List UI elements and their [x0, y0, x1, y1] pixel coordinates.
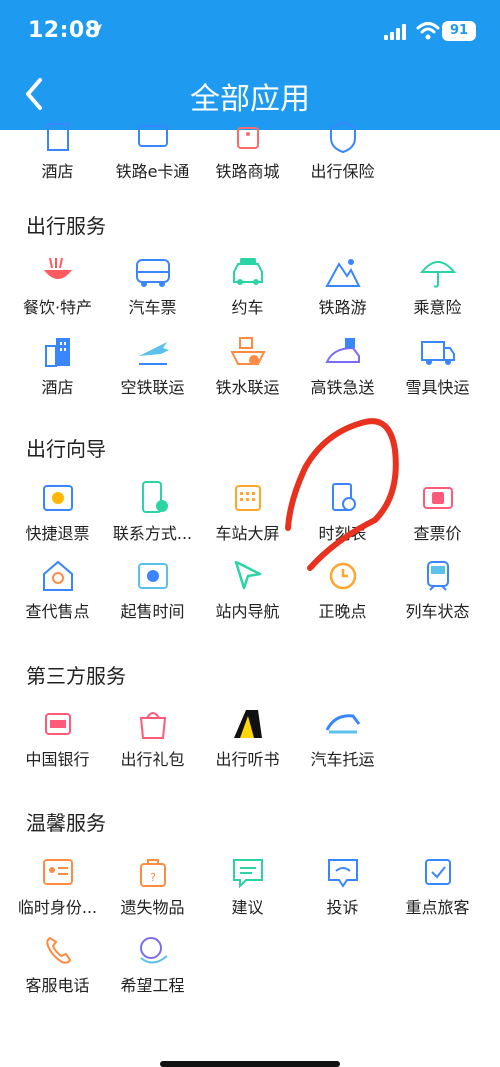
app-rail-ecard[interactable]: 铁路e卡通: [105, 118, 200, 182]
phone-check-icon: [141, 481, 168, 513]
price-ticket-icon: [422, 487, 453, 509]
app-food-specialty[interactable]: 餐饮·特产: [10, 254, 105, 318]
app-station-navigation[interactable]: 站内导航: [200, 558, 295, 622]
umbrella-icon: [419, 261, 456, 288]
app-rail-water[interactable]: 铁水联运: [200, 334, 295, 398]
app-suggestion[interactable]: 建议: [200, 854, 295, 918]
app-travel-accident-insurance[interactable]: 乘意险: [390, 254, 485, 318]
section-title-care-services: 温馨服务: [26, 811, 106, 835]
bank-icon: [44, 713, 71, 735]
app-timetable[interactable]: 时刻表: [295, 480, 390, 544]
app-car-shipping[interactable]: 汽车托运: [295, 706, 390, 770]
truck-icon: [420, 341, 455, 365]
page-title: 全部应用: [190, 82, 310, 117]
navigation-icon: [234, 560, 261, 590]
app-temporary-id[interactable]: 临时身份...: [10, 854, 105, 918]
app-train-status[interactable]: 列车状态: [390, 558, 485, 622]
app-bank-of-china[interactable]: 中国银行: [10, 706, 105, 770]
audiobook-icon: [233, 710, 262, 738]
app-header: 12:08 91 全部应用: [0, 0, 500, 130]
calendar-grid-icon: [234, 485, 261, 511]
gift-bag-icon: [139, 712, 166, 739]
agency-icon: [42, 560, 73, 591]
location-arrow-icon: [90, 24, 102, 36]
app-hotel-top[interactable]: 酒店: [10, 118, 105, 182]
car-shipping-icon: [325, 714, 360, 734]
cellular-signal-icon: [384, 24, 406, 40]
status-bar: 12:08 91: [0, 0, 500, 64]
app-contact-info[interactable]: 联系方式...: [105, 480, 200, 544]
app-rail-mall[interactable]: 铁路商城: [200, 118, 295, 182]
section-title-travel-guide: 出行向导: [26, 437, 106, 461]
bus-icon: [135, 259, 170, 287]
section-title-travel-services: 出行服务: [26, 214, 106, 238]
app-bus-ticket[interactable]: 汽车票: [105, 254, 200, 318]
app-hsr-express[interactable]: 高铁急送: [295, 334, 390, 398]
app-air-rail[interactable]: 空铁联运: [105, 334, 200, 398]
app-complaint[interactable]: 投诉: [295, 854, 390, 918]
suggestion-icon: [232, 859, 263, 889]
lost-bag-icon: ?: [139, 859, 166, 887]
app-hotel[interactable]: 酒店: [10, 334, 105, 398]
timetable-icon: [331, 483, 356, 511]
app-fare-query[interactable]: 查票价: [390, 480, 485, 544]
app-lost-items[interactable]: ? 遗失物品: [105, 854, 200, 918]
train-icon: [426, 561, 449, 591]
app-hope-project[interactable]: 希望工程: [105, 932, 200, 996]
home-indicator[interactable]: [160, 1061, 340, 1067]
app-travel-gift[interactable]: 出行礼包: [105, 706, 200, 770]
app-delay-status[interactable]: 正晚点: [295, 558, 390, 622]
wifi-icon: [416, 22, 440, 40]
battery-indicator: 91: [442, 21, 476, 41]
complaint-icon: [327, 859, 358, 888]
noodle-icon: [43, 257, 72, 279]
ship-icon: [229, 337, 266, 365]
app-ski-express[interactable]: 雪具快运: [390, 334, 485, 398]
app-travel-insurance[interactable]: 出行保险: [295, 118, 390, 182]
svg-text:?: ?: [150, 871, 156, 884]
hotel-icon: [44, 338, 70, 367]
app-rail-tour[interactable]: 铁路游: [295, 254, 390, 318]
mountain-icon: [324, 259, 361, 287]
card-icon: [137, 125, 168, 147]
express-icon: [324, 338, 360, 363]
app-quick-refund[interactable]: 快捷退票: [10, 480, 105, 544]
section-title-third-party: 第三方服务: [26, 664, 126, 688]
id-card-icon: [42, 859, 73, 885]
shield-icon: [329, 120, 356, 154]
hotel-icon: [46, 123, 69, 151]
app-priority-passenger[interactable]: 重点旅客: [390, 854, 485, 918]
app-agency-query[interactable]: 查代售点: [10, 558, 105, 622]
service-phone-icon: [45, 936, 71, 964]
app-car-hailing[interactable]: 约车: [200, 254, 295, 318]
shop-icon: [236, 127, 259, 149]
app-customer-service-phone[interactable]: 客服电话: [10, 932, 105, 996]
app-audiobook[interactable]: 出行听书: [200, 706, 295, 770]
hope-project-icon: [139, 937, 168, 964]
taxi-icon: [232, 258, 263, 285]
sale-time-icon: [137, 563, 168, 589]
app-station-screen[interactable]: 车站大屏: [200, 480, 295, 544]
refund-ticket-icon: [42, 485, 73, 511]
clock-icon: [329, 562, 356, 590]
priority-passenger-icon: [424, 859, 451, 885]
plane-train-icon: [138, 342, 169, 365]
app-sale-time[interactable]: 起售时间: [105, 558, 200, 622]
